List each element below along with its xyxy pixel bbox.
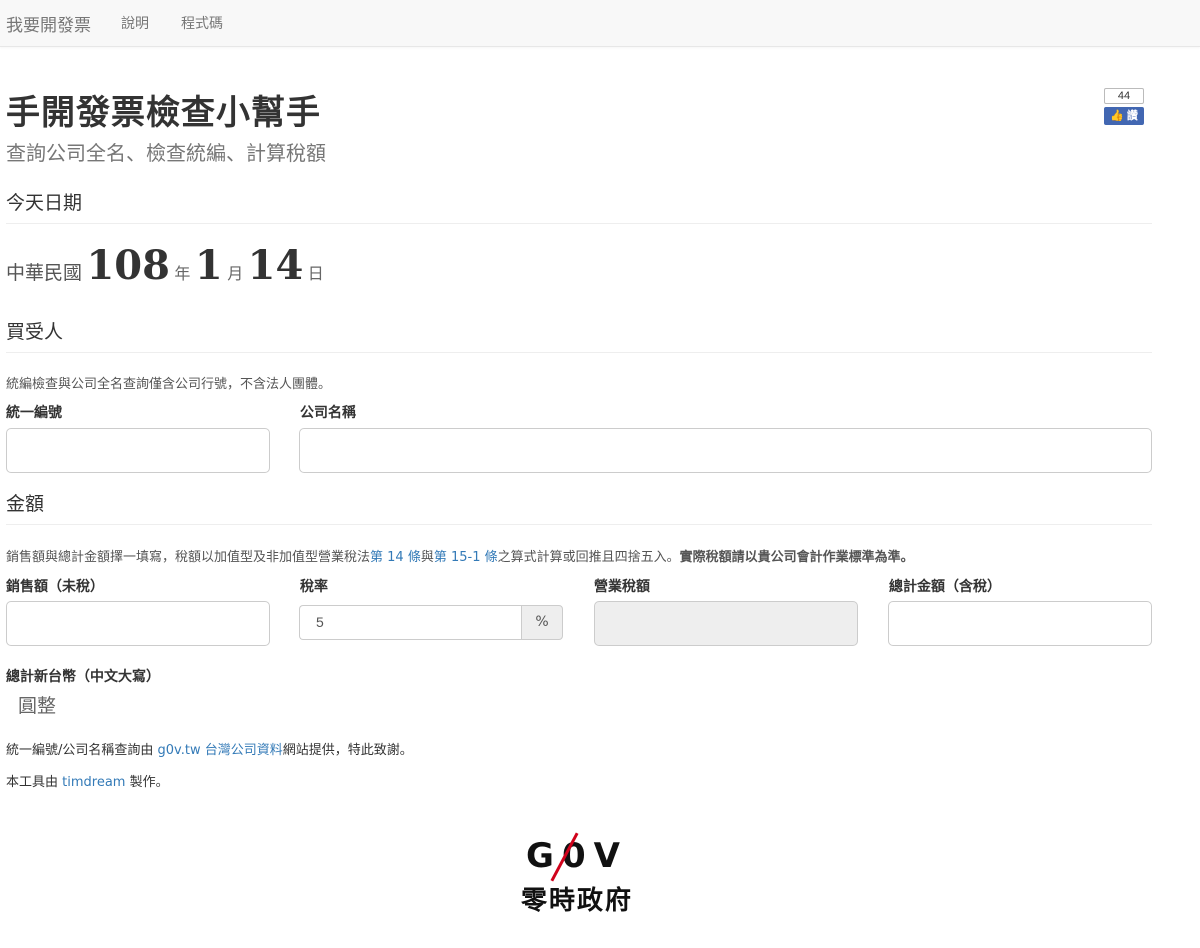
- nav-link-source-code[interactable]: 程式碼: [165, 13, 239, 33]
- g0v-logo[interactable]: G0V 零時政府: [507, 832, 647, 917]
- g0v-company-data-link[interactable]: g0v.tw 台灣公司資料: [158, 743, 283, 758]
- tax-rate-label: 稅率: [300, 579, 328, 595]
- amount-help-part2: 與: [420, 550, 434, 565]
- facebook-like-widget[interactable]: 44 👍 讚: [1104, 88, 1144, 125]
- navbar-brand[interactable]: 我要開發票: [0, 11, 105, 36]
- total-chinese-label: 總計新台幣（中文大寫）: [6, 669, 160, 685]
- g0v-logo-mark: G0V: [526, 836, 628, 876]
- tax-id-label: 統一編號: [6, 405, 62, 421]
- footer-line2-part2: 製作。: [125, 775, 169, 790]
- like-label: 讚: [1126, 110, 1138, 122]
- section-buyer-heading: 買受人: [6, 317, 1152, 353]
- like-button[interactable]: 👍 讚: [1104, 107, 1144, 125]
- section-today-heading: 今天日期: [6, 188, 1152, 224]
- thumbs-up-icon: 👍: [1110, 110, 1124, 122]
- footer-credit-data: 統一編號/公司名稱查詢由 g0v.tw 台灣公司資料網站提供，特此致謝。: [6, 739, 413, 758]
- footer-line1-part2: 網站提供，特此致謝。: [282, 743, 413, 758]
- tax-rate-input[interactable]: 5: [299, 605, 521, 640]
- tax-rate-input-group: 5 %: [299, 605, 563, 640]
- g0v-logo-text: 零時政府: [520, 886, 633, 916]
- amount-help-part3: 之算式計算或回推且四捨五入。: [497, 550, 680, 565]
- amount-help-notice: 實際稅額請以貴公司會計作業標準為準。: [679, 550, 914, 565]
- like-count: 44: [1104, 88, 1144, 104]
- amount-help-part1: 銷售額與總計金額擇一填寫，稅額以加值型及非加值型營業稅法: [6, 550, 371, 565]
- footer-line2-part1: 本工具由: [6, 775, 63, 790]
- day-unit: 日: [307, 264, 324, 283]
- article-14-link[interactable]: 第 14 條: [370, 550, 421, 565]
- nav-link-help[interactable]: 說明: [105, 13, 165, 33]
- business-tax-output: [594, 601, 858, 646]
- company-name-input[interactable]: [299, 428, 1152, 473]
- footer-credit-author: 本工具由 timdream 製作。: [6, 771, 169, 790]
- total-amount-label: 總計金額（含稅）: [889, 579, 1001, 595]
- tax-id-input[interactable]: [6, 428, 270, 473]
- page-subtitle: 查詢公司全名、檢查統編、計算稅額: [6, 141, 326, 165]
- timdream-link[interactable]: timdream: [62, 775, 125, 790]
- year-value: 108: [86, 242, 170, 289]
- total-amount-input[interactable]: [888, 601, 1152, 646]
- navbar: 我要開發票 說明 程式碼: [0, 0, 1200, 47]
- business-tax-label: 營業稅額: [594, 579, 650, 595]
- month-value: 1: [194, 242, 223, 289]
- page-title: 手開發票檢查小幫手: [6, 93, 321, 133]
- year-unit: 年: [174, 264, 191, 283]
- day-value: 14: [247, 242, 304, 289]
- sales-label: 銷售額（未稅）: [6, 579, 104, 595]
- buyer-help-text: 統編檢查與公司全名查詢僅含公司行號，不含法人團體。: [6, 377, 332, 392]
- percent-addon: %: [521, 605, 563, 640]
- footer-line1-part1: 統一編號/公司名稱查詢由: [6, 743, 158, 758]
- article-15-1-link[interactable]: 第 15-1 條: [434, 550, 498, 565]
- today-date: 中華民國 108 年 1 月 14 日: [6, 242, 324, 289]
- company-name-label: 公司名稱: [300, 405, 356, 421]
- section-amount-heading: 金額: [6, 489, 1152, 525]
- sales-input[interactable]: [6, 601, 270, 646]
- era-label: 中華民國: [6, 262, 83, 284]
- amount-help-text: 銷售額與總計金額擇一填寫，稅額以加值型及非加值型營業稅法第 14 條與第 15-…: [6, 546, 914, 565]
- total-chinese-value: 圓整: [18, 695, 57, 717]
- month-unit: 月: [227, 264, 244, 283]
